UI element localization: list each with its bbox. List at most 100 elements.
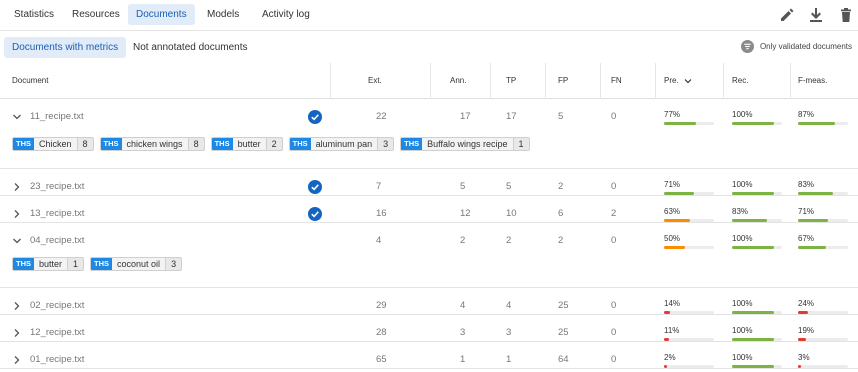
cell-tp: 1 (506, 354, 512, 365)
tag-count: 3 (377, 138, 394, 150)
cell-fp: 6 (558, 208, 564, 219)
metric-fmeas: 83% (798, 180, 848, 195)
tab-statistics[interactable]: Statistics (6, 4, 62, 25)
column-divider (600, 63, 601, 99)
document-name-link[interactable]: 12_recipe.txt (30, 327, 84, 338)
document-name-link[interactable]: 23_recipe.txt (30, 181, 84, 192)
chevron-down-icon[interactable] (12, 112, 22, 122)
metric-pre: 63% (664, 207, 714, 222)
cell-ext: 28 (376, 327, 387, 338)
tab-resources[interactable]: Resources (64, 4, 128, 25)
validated-check-icon (308, 180, 322, 194)
tab-activity-log[interactable]: Activity log (254, 4, 318, 25)
cell-fn: 0 (611, 111, 617, 122)
document-name-link[interactable]: 04_recipe.txt (30, 235, 84, 246)
header-fp[interactable]: FP (558, 76, 568, 85)
tab-models[interactable]: Models (199, 4, 247, 25)
tag-label: coconut oil (117, 259, 161, 269)
table-row[interactable]: 01_recipe.txt 65 1 1 64 0 2% 100% 3% (0, 342, 858, 369)
metric-pre-bar (664, 365, 714, 368)
table-row[interactable]: 12_recipe.txt 28 3 3 25 0 11% 100% 19% (0, 315, 858, 342)
metric-pre-bar (664, 192, 714, 195)
chevron-right-icon[interactable] (12, 355, 22, 365)
table-row[interactable]: 11_recipe.txt 22 17 17 5 0 77% 100% 87% THS Chicke… (0, 99, 858, 169)
header-document[interactable]: Document (12, 76, 48, 85)
tab-not-annotated-documents[interactable]: Not annotated documents (125, 37, 256, 58)
cell-fn: 0 (611, 354, 617, 365)
header-rec[interactable]: Rec. (732, 76, 748, 85)
table-row[interactable]: 02_recipe.txt 29 4 4 25 0 14% 100% 24% (0, 288, 858, 315)
download-icon[interactable] (808, 7, 824, 23)
metric-rec: 100% (732, 353, 782, 368)
header-pre[interactable]: Pre. (664, 76, 692, 85)
header-ann[interactable]: Ann. (450, 76, 466, 85)
metric-fmeas-bar (798, 219, 848, 222)
chevron-right-icon[interactable] (12, 209, 22, 219)
chevron-down-icon[interactable] (12, 236, 22, 246)
document-name-link[interactable]: 02_recipe.txt (30, 300, 84, 311)
annotation-tag[interactable]: THS Chicken 8 (12, 137, 94, 151)
metric-rec-bar-fill (732, 192, 774, 195)
metric-rec-bar (732, 311, 782, 314)
cell-tp: 17 (506, 111, 517, 122)
tab-documents-with-metrics[interactable]: Documents with metrics (4, 37, 127, 58)
metric-rec: 100% (732, 110, 782, 125)
annotation-tag[interactable]: THS butter 1 (12, 257, 85, 271)
table-row[interactable]: 23_recipe.txt 7 5 5 2 0 71% 100% 83% (0, 169, 858, 196)
annotation-tag[interactable]: THS aluminum pan 3 (288, 137, 395, 151)
metric-rec-label: 83% (732, 207, 749, 216)
metric-pre-label: 50% (664, 234, 681, 243)
annotation-tag[interactable]: THS coconut oil 3 (90, 257, 183, 271)
tab-documents[interactable]: Documents (128, 4, 195, 25)
header-ext[interactable]: Ext. (368, 76, 382, 85)
metric-pre-bar-fill (664, 219, 690, 222)
annotation-tag[interactable]: THS chicken wings 8 (99, 137, 205, 151)
metric-fmeas: 24% (798, 299, 848, 314)
metric-pre-bar (664, 338, 714, 341)
cell-ext: 7 (376, 181, 382, 192)
column-divider (330, 63, 331, 99)
annotation-tag[interactable]: THS Buffalo wings recipe 1 (400, 137, 530, 151)
metric-pre-bar-fill (664, 122, 696, 125)
metric-rec-label: 100% (732, 180, 753, 189)
tag-type-badge: THS (13, 138, 34, 150)
chevron-right-icon[interactable] (12, 328, 22, 338)
column-divider (790, 63, 791, 99)
metric-rec-bar (732, 246, 782, 249)
tag-type-badge: THS (13, 258, 34, 270)
annotation-tag[interactable]: THS butter 2 (210, 137, 283, 151)
metric-fmeas-bar (798, 122, 848, 125)
column-divider (655, 63, 656, 99)
cell-tp: 10 (506, 208, 517, 219)
metric-pre-bar-fill (664, 246, 685, 249)
header-fmeas[interactable]: F-meas. (798, 76, 827, 85)
tag-label: chicken wings (126, 139, 183, 149)
metric-fmeas-label: 19% (798, 326, 815, 335)
cell-fp: 5 (558, 111, 564, 122)
top-nav: Statistics Resources Documents Models Ac… (0, 0, 858, 31)
table-row[interactable]: 13_recipe.txt 16 12 10 6 2 63% 83% 71% (0, 196, 858, 223)
metric-rec: 100% (732, 299, 782, 314)
table-row[interactable]: 04_recipe.txt 4 2 2 2 0 50% 100% 67% THS butter 1 TH… (0, 223, 858, 288)
metric-pre: 71% (664, 180, 714, 195)
document-name-link[interactable]: 01_recipe.txt (30, 354, 84, 365)
metric-pre-bar (664, 219, 714, 222)
metric-rec-label: 100% (732, 110, 753, 119)
trash-icon[interactable] (838, 7, 854, 23)
metric-rec-bar-fill (732, 219, 767, 222)
only-validated-filter[interactable]: Only validated documents (740, 40, 852, 53)
chevron-right-icon[interactable] (12, 182, 22, 192)
header-fn[interactable]: FN (611, 76, 622, 85)
metric-pre: 77% (664, 110, 714, 125)
document-name-link[interactable]: 13_recipe.txt (30, 208, 84, 219)
sub-nav: Documents with metrics Not annotated doc… (0, 31, 858, 63)
metric-rec-bar (732, 365, 782, 368)
edit-icon[interactable] (779, 7, 795, 23)
cell-fn: 2 (611, 208, 617, 219)
chevron-right-icon[interactable] (12, 301, 22, 311)
cell-fn: 0 (611, 235, 617, 246)
document-name-link[interactable]: 11_recipe.txt (30, 111, 84, 122)
cell-fp: 2 (558, 181, 564, 192)
tag-label: butter (39, 259, 63, 269)
header-tp[interactable]: TP (506, 76, 516, 85)
